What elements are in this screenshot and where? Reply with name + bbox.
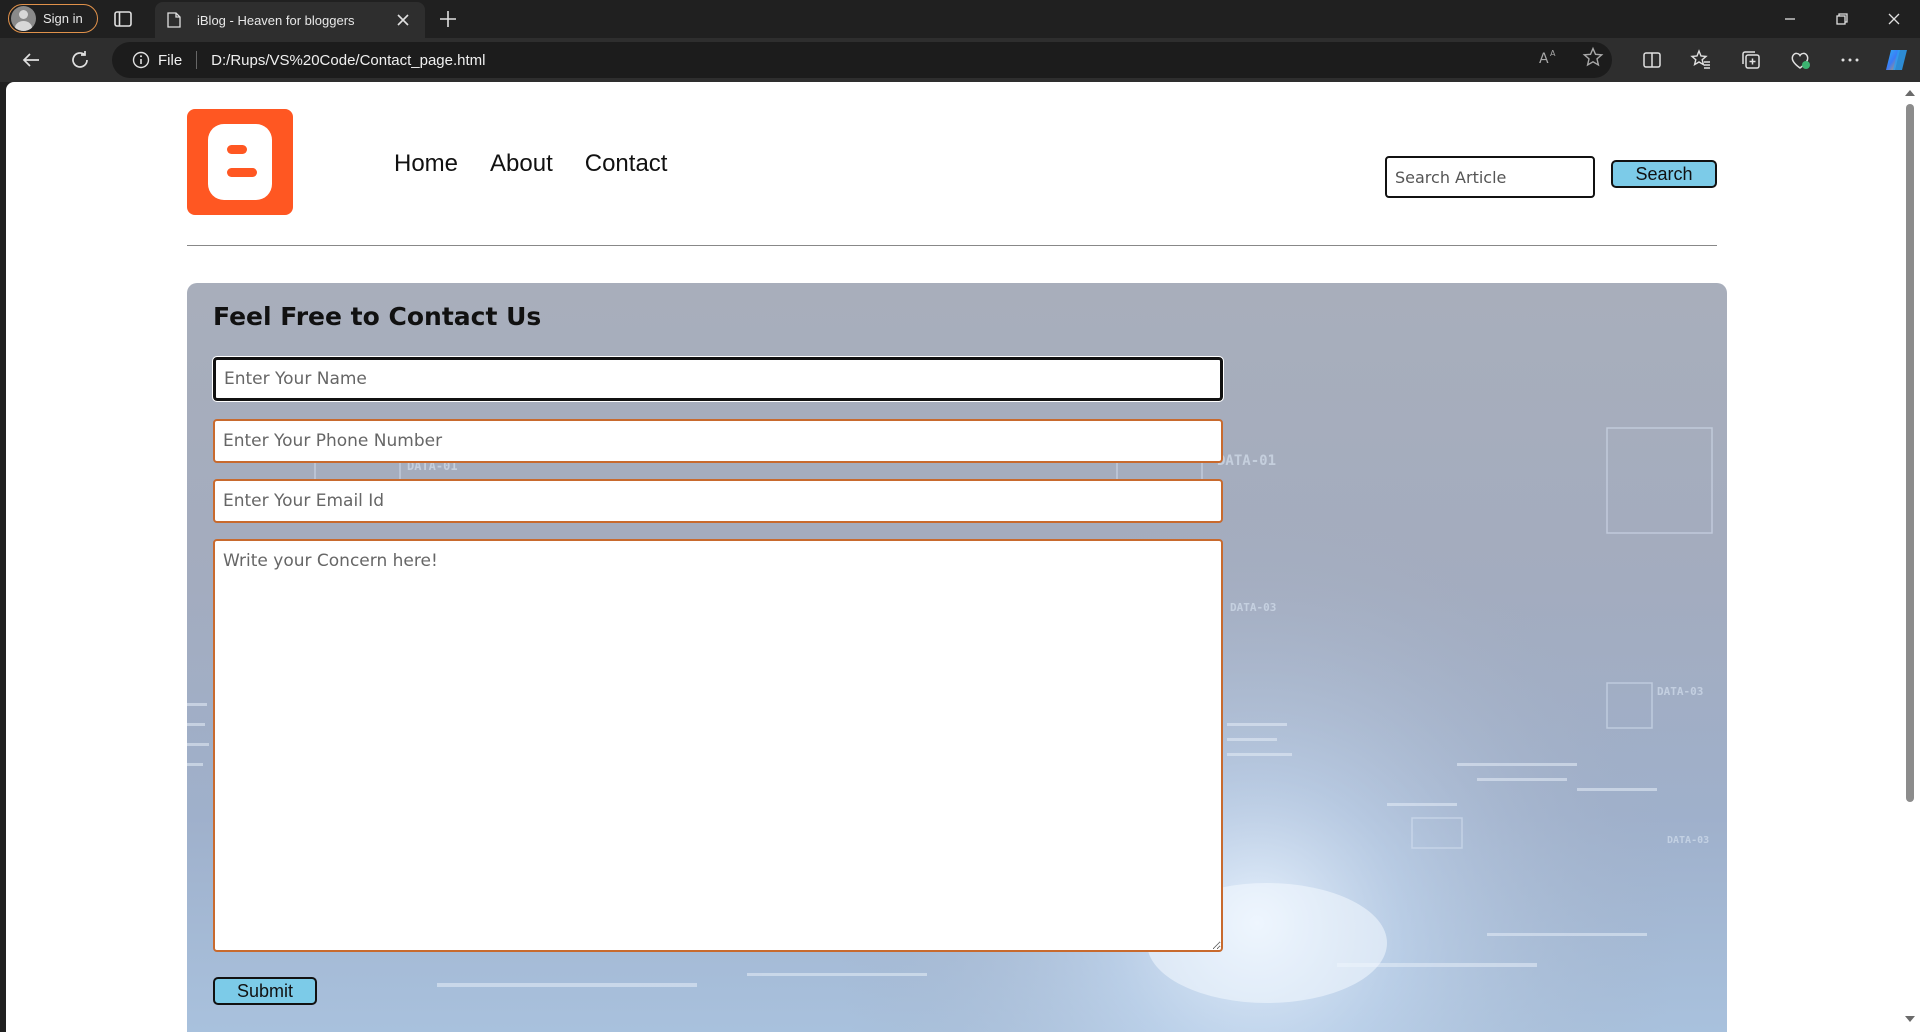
address-bar[interactable]: File D:/Rups/VS%20Code/Contact_page.html (112, 42, 1612, 78)
svg-text:A: A (1539, 51, 1549, 67)
concern-textarea[interactable] (213, 539, 1223, 952)
tab-title: iBlog - Heaven for bloggers (197, 12, 355, 28)
copilot-icon[interactable] (1883, 46, 1911, 74)
blogger-b-icon (208, 124, 272, 200)
close-window-icon[interactable] (1883, 8, 1905, 30)
new-tab-icon[interactable] (436, 7, 460, 31)
browser-tab-active[interactable]: iBlog - Heaven for bloggers (155, 2, 425, 38)
address-scheme: File (158, 51, 183, 69)
back-icon[interactable] (19, 48, 43, 72)
address-separator (196, 51, 198, 69)
search-button[interactable]: Search (1611, 160, 1717, 188)
email-input[interactable] (213, 479, 1223, 523)
page-viewport: Home About Contact Search Article Search… (6, 82, 1900, 1032)
nav-about[interactable]: About (490, 150, 553, 178)
name-input[interactable] (212, 356, 1224, 402)
blogger-logo[interactable] (187, 109, 293, 215)
scroll-down-arrow-icon[interactable] (1903, 1014, 1917, 1024)
read-aloud-icon[interactable]: A A (1537, 46, 1559, 68)
browser-tab-bar: Sign in iBlog - Heaven for bloggers (0, 0, 1920, 38)
favorite-star-icon[interactable] (1582, 46, 1604, 68)
browser-essentials-icon[interactable] (1788, 48, 1812, 72)
svg-text:DATA-01: DATA-01 (1217, 453, 1276, 469)
page-icon (167, 12, 181, 28)
contact-panel: DATA-01 DATA-03 DATA-01 DATA-03 DATA-03 (187, 283, 1727, 1032)
contact-title: Feel Free to Contact Us (213, 302, 542, 331)
browser-toolbar: File D:/Rups/VS%20Code/Contact_page.html… (0, 38, 1920, 82)
svg-text:DATA-03: DATA-03 (1667, 835, 1709, 846)
search-article-input[interactable] (1385, 156, 1595, 198)
split-screen-icon[interactable] (1640, 48, 1664, 72)
nav-contact[interactable]: Contact (585, 150, 668, 178)
address-url[interactable]: D:/Rups/VS%20Code/Contact_page.html (211, 52, 485, 69)
refresh-icon[interactable] (68, 48, 92, 72)
svg-text:DATA-03: DATA-03 (1657, 685, 1703, 698)
restore-icon[interactable] (1831, 8, 1853, 30)
site-info-icon[interactable] (132, 51, 150, 69)
tab-actions-icon[interactable] (112, 8, 134, 30)
close-tab-icon[interactable] (393, 10, 413, 30)
signin-label: Sign in (43, 11, 83, 26)
favorites-icon[interactable] (1689, 48, 1713, 72)
phone-input[interactable] (213, 419, 1223, 463)
profile-avatar-icon (11, 6, 36, 31)
svg-text:A: A (1550, 49, 1556, 58)
header-divider (187, 245, 1717, 246)
main-nav: Home About Contact (394, 150, 667, 178)
scrollbar-thumb[interactable] (1906, 104, 1914, 802)
collections-icon[interactable] (1739, 48, 1763, 72)
svg-text:DATA-03: DATA-03 (1230, 601, 1276, 614)
profile-signin-button[interactable]: Sign in (8, 4, 98, 33)
nav-home[interactable]: Home (394, 150, 458, 178)
scroll-up-arrow-icon[interactable] (1903, 88, 1917, 98)
submit-button[interactable]: Submit (213, 977, 317, 1005)
minimize-icon[interactable] (1779, 8, 1801, 30)
more-options-icon[interactable] (1838, 48, 1862, 72)
